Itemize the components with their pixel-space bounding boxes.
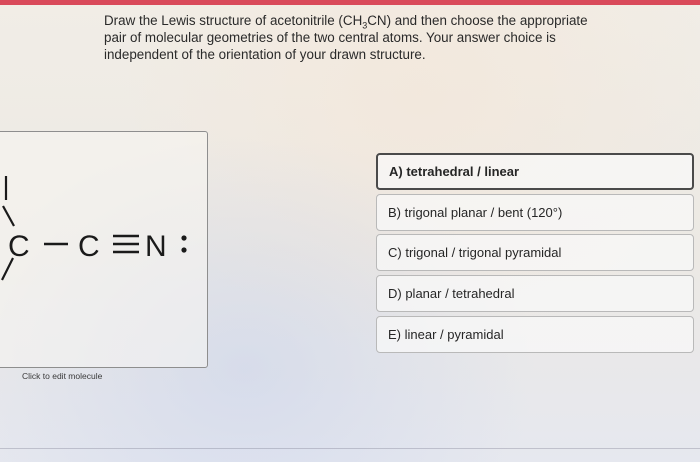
choice-c[interactable]: C) trigonal / trigonal pyramidal (376, 234, 694, 271)
choice-a[interactable]: A) tetrahedral / linear (376, 153, 694, 190)
choice-b[interactable]: B) trigonal planar / bent (120°) (376, 194, 694, 231)
atom-carbon-1: C (8, 230, 30, 263)
bottom-divider (0, 448, 700, 449)
choice-d[interactable]: D) planar / tetrahedral (376, 275, 694, 312)
atom-nitrogen: N (145, 230, 167, 263)
question-text-part-1: Draw the Lewis structure of acetonitrile… (104, 13, 363, 28)
lone-pair-dot-1 (181, 235, 187, 241)
choice-d-label: D) planar / tetrahedral (388, 286, 515, 301)
edit-molecule-link[interactable]: Click to edit molecule (22, 371, 102, 381)
bond-h-upper-left (2, 205, 15, 227)
choice-e[interactable]: E) linear / pyramidal (376, 316, 694, 353)
choice-c-label: C) trigonal / trigonal pyramidal (388, 245, 562, 260)
choice-e-label: E) linear / pyramidal (388, 327, 504, 342)
lewis-structure-drawing[interactable]: C C N (0, 170, 200, 290)
choice-a-label: A) tetrahedral / linear (389, 164, 520, 179)
choice-b-label: B) trigonal planar / bent (120°) (388, 205, 563, 220)
lone-pair-dot-2 (181, 247, 187, 253)
question-text: Draw the Lewis structure of acetonitrile… (104, 12, 604, 63)
top-accent-bar (0, 0, 700, 5)
atom-carbon-2: C (78, 230, 100, 263)
